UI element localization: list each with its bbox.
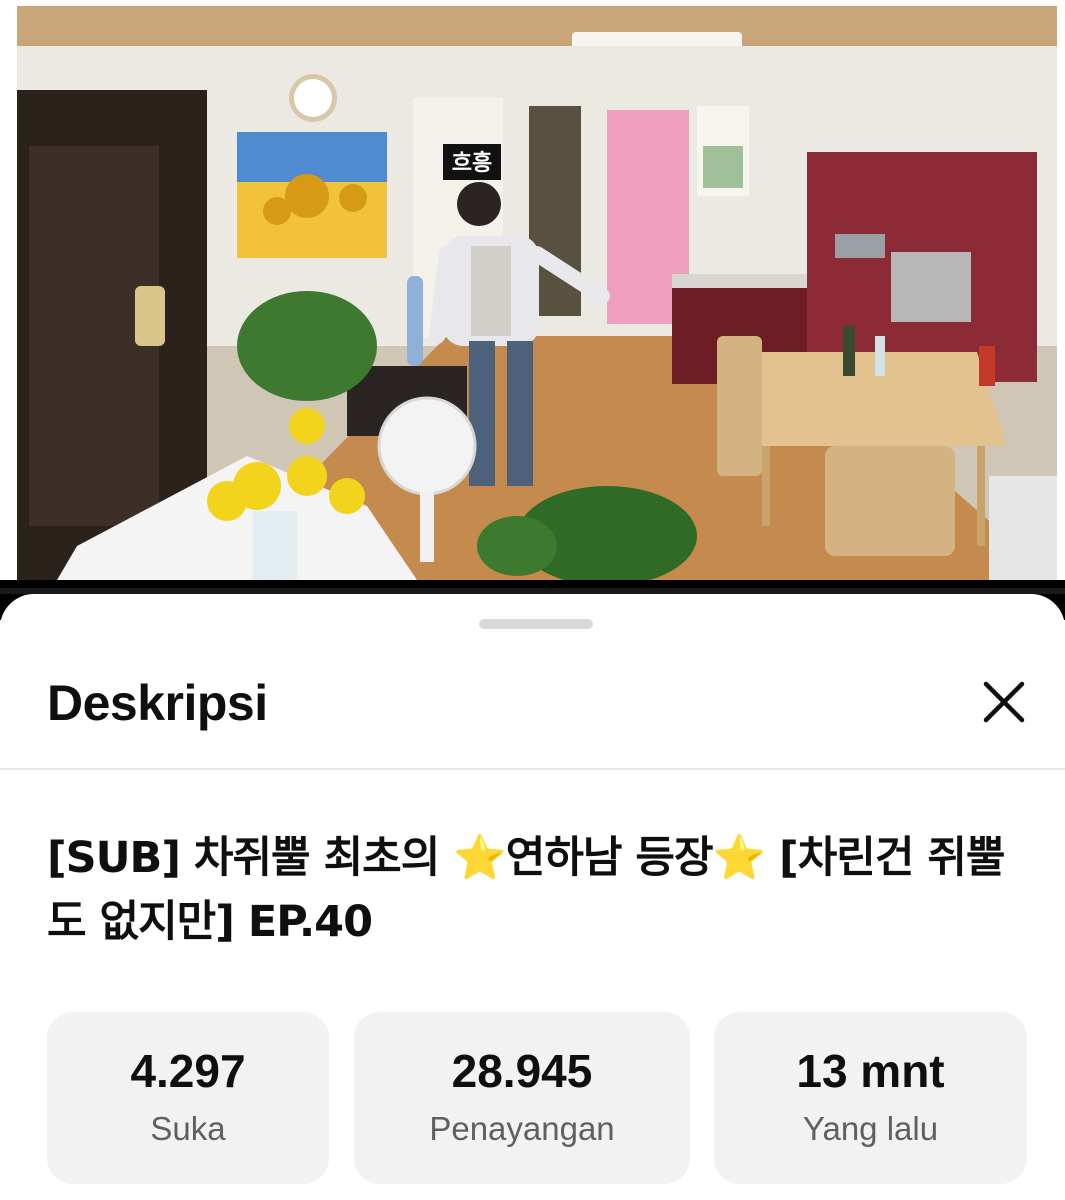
video-caption: 흐흥 <box>452 151 492 176</box>
views-label: Penayangan <box>429 1110 615 1147</box>
video-frame: 흐흥 <box>17 6 1057 580</box>
close-button[interactable] <box>972 670 1036 734</box>
likes-stat: 4.297 Suka <box>47 1012 329 1184</box>
stats-row: 4.297 Suka 28.945 Penayangan 13 mnt Yang… <box>0 1012 1065 1184</box>
likes-label: Suka <box>150 1110 226 1147</box>
views-stat: 28.945 Penayangan <box>354 1012 690 1184</box>
video-title: [SUB] 차쥐뿔 최초의 ⭐연하남 등장⭐ [차린건 쥐뿔도 없지만] EP.… <box>47 833 1005 947</box>
likes-count: 4.297 <box>130 1045 246 1097</box>
sheet-header: Deskripsi <box>0 654 1065 770</box>
upload-time-stat: 13 mnt Yang lalu <box>714 1012 1027 1184</box>
drag-handle[interactable] <box>479 619 593 629</box>
video-player[interactable]: 흐흥 <box>17 6 1057 580</box>
screen: 흐흥 Deskripsi [SUB] 차쥐뿔 최초의 ⭐연하남 등장⭐ [차린건… <box>0 0 1065 1200</box>
close-icon <box>983 681 1025 723</box>
views-count: 28.945 <box>451 1045 593 1097</box>
upload-time-value: 13 mnt <box>796 1045 945 1097</box>
description-sheet: Deskripsi [SUB] 차쥐뿔 최초의 ⭐연하남 등장⭐ [차린건 쥐뿔… <box>0 594 1065 1200</box>
sheet-title: Deskripsi <box>47 675 268 731</box>
upload-time-label: Yang lalu <box>802 1110 939 1147</box>
